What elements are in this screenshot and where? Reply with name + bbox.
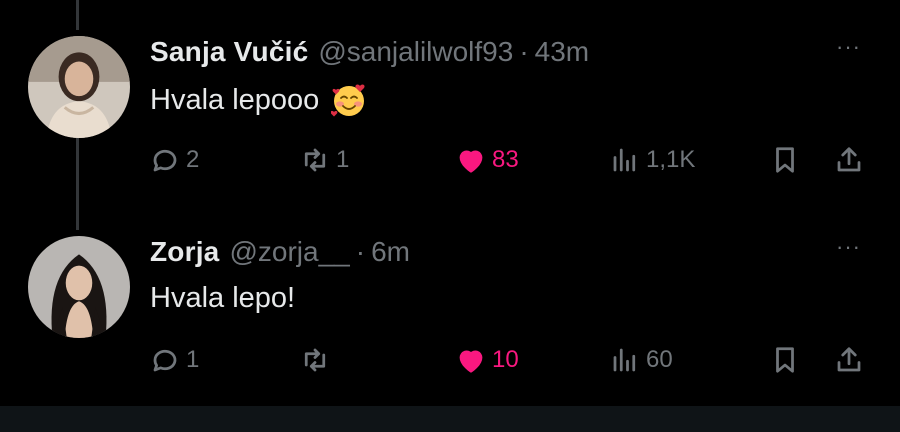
- tweet-header: Zorja @zorja__ · 6m: [150, 236, 410, 268]
- retweet-button[interactable]: [300, 340, 336, 380]
- avatar[interactable]: [28, 236, 130, 338]
- separator-dot: ·: [519, 36, 529, 67]
- reply-button[interactable]: 2: [150, 140, 199, 180]
- views-button[interactable]: 60: [610, 340, 673, 380]
- timestamp[interactable]: 43m: [535, 36, 589, 68]
- tweet[interactable]: Zorja @zorja__ · 6m ··· Hvala lepo! 1 10…: [0, 224, 900, 414]
- bookmark-button[interactable]: [770, 140, 800, 180]
- reply-count: 2: [186, 146, 200, 173]
- timestamp[interactable]: 6m: [371, 236, 410, 268]
- smiling-face-with-hearts-icon: [331, 84, 365, 117]
- more-options-icon[interactable]: ···: [836, 34, 861, 60]
- share-button[interactable]: [834, 140, 864, 180]
- like-count: 83: [492, 146, 519, 173]
- heart-icon: [459, 150, 483, 173]
- analytics-icon: [613, 348, 636, 372]
- share-icon: [837, 347, 861, 372]
- tweet[interactable]: Sanja Vučić @sanjalilwolf93 · 43m ··· Hv…: [0, 24, 900, 214]
- views-button[interactable]: 1,1K: [610, 140, 695, 180]
- tweet-actions: 1 10 60: [150, 340, 880, 380]
- bookmark-icon: [776, 147, 794, 173]
- share-button[interactable]: [834, 340, 864, 380]
- tweet-actions: 2 1 83 1,1K: [150, 140, 880, 180]
- separator-dot: ·: [355, 236, 366, 267]
- author-handle[interactable]: @sanjalilwolf93: [318, 36, 513, 68]
- tweet-text-content: Hvala lepooo: [150, 83, 320, 116]
- analytics-icon: [613, 148, 636, 172]
- like-count: 10: [492, 346, 519, 373]
- tweet-text-content: Hvala lepo!: [150, 282, 296, 314]
- retweet-button[interactable]: 1: [300, 140, 349, 180]
- heart-icon: [459, 350, 483, 373]
- more-options-icon[interactable]: ···: [836, 234, 861, 260]
- bottom-bar: [0, 406, 900, 432]
- reply-count: 1: [186, 346, 200, 373]
- author-handle[interactable]: @zorja__: [229, 236, 349, 268]
- author-name[interactable]: Zorja: [150, 236, 219, 268]
- tweet-text: Hvala lepo!: [150, 282, 295, 315]
- tweet-text: Hvala lepooo: [150, 82, 367, 118]
- author-name[interactable]: Sanja Vučić: [150, 36, 308, 68]
- reply-button[interactable]: 1: [150, 340, 199, 380]
- tweet-header: Sanja Vučić @sanjalilwolf93 · 43m: [150, 36, 589, 68]
- views-count: 1,1K: [646, 146, 696, 173]
- share-icon: [837, 147, 861, 172]
- bookmark-icon: [776, 347, 794, 373]
- reply-icon: [153, 149, 177, 172]
- avatar[interactable]: [28, 36, 130, 138]
- retweet-count: 1: [336, 146, 350, 173]
- reply-icon: [153, 349, 177, 372]
- retweet-icon: [304, 148, 326, 172]
- like-button[interactable]: 83: [456, 140, 519, 180]
- views-count: 60: [646, 346, 673, 373]
- bookmark-button[interactable]: [770, 340, 800, 380]
- retweet-icon: [304, 348, 326, 372]
- like-button[interactable]: 10: [456, 340, 519, 380]
